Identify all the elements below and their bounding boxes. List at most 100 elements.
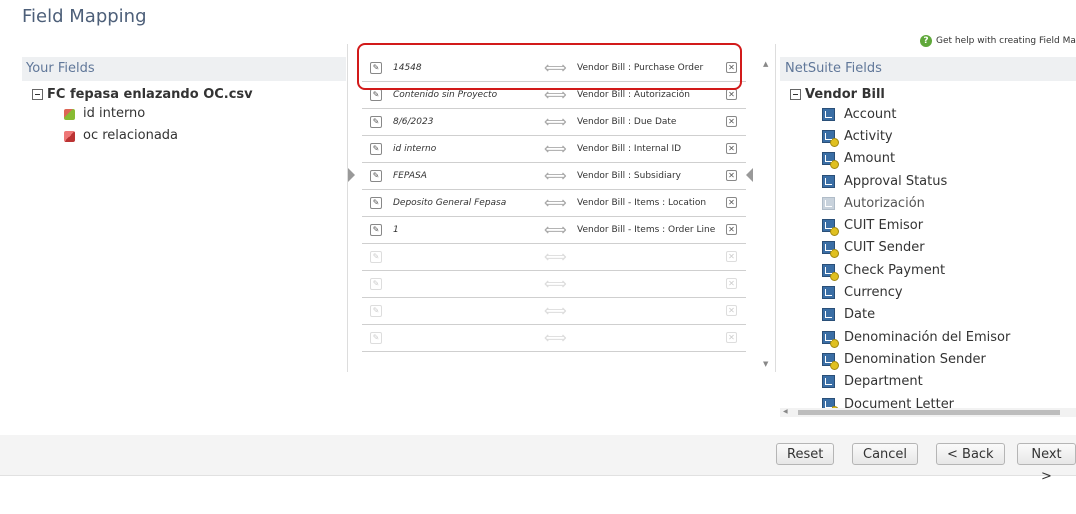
cancel-button[interactable]: Cancel: [852, 443, 919, 465]
mapping-row[interactable]: ✎ id interno ⟺ Vendor Bill : Internal ID ✕: [362, 136, 746, 163]
remove-icon[interactable]: ✕: [726, 143, 737, 154]
scroll-up-icon[interactable]: ▲: [763, 60, 768, 68]
your-field-label: id interno: [83, 106, 146, 121]
scroll-left-icon[interactable]: ◀: [783, 408, 788, 415]
field-type-icon: [822, 129, 839, 147]
remove-icon[interactable]: ✕: [726, 89, 737, 100]
right-divider: [775, 44, 776, 372]
your-fields-header: Your Fields: [22, 57, 346, 81]
mapping-target: Vendor Bill - Items : Order Line: [577, 225, 716, 235]
mapping-row[interactable]: ✎ ⟺ ✕: [362, 244, 746, 271]
netsuite-field-label: Check Payment: [844, 262, 946, 278]
back-button[interactable]: < Back: [936, 443, 1005, 465]
edit-icon[interactable]: ✎: [370, 332, 382, 344]
netsuite-field-label: Date: [844, 307, 876, 323]
netsuite-field-item[interactable]: Currency: [822, 281, 1076, 303]
remove-icon[interactable]: ✕: [726, 170, 737, 181]
help-link-label: Get help with creating Field Map: [936, 36, 1076, 46]
file-node[interactable]: FC fepasa enlazando OC.csv: [32, 85, 346, 103]
record-node[interactable]: Vendor Bill: [790, 85, 1076, 103]
mapping-target: Vendor Bill : Subsidiary: [577, 171, 681, 181]
mapping-target: Vendor Bill - Items : Location: [577, 198, 707, 208]
field-type-icon: [822, 263, 839, 281]
field-type-icon: [822, 286, 835, 300]
netsuite-field-item[interactable]: Denominación del Emisor: [822, 326, 1076, 348]
record-name: Vendor Bill: [805, 86, 885, 102]
netsuite-field-label: Denominación del Emisor: [844, 329, 1011, 345]
netsuite-field-item[interactable]: Activity: [822, 125, 1076, 147]
mapping-source: id interno: [393, 144, 437, 154]
scroll-thumb[interactable]: [798, 410, 1060, 415]
mapping-row[interactable]: ✎ ⟺ ✕: [362, 298, 746, 325]
mapping-row[interactable]: ✎ FEPASA ⟺ Vendor Bill : Subsidiary ✕: [362, 163, 746, 190]
netsuite-field-item[interactable]: CUIT Emisor: [822, 214, 1076, 237]
triangle-right-icon: [348, 168, 355, 182]
mapping-target: Vendor Bill : Due Date: [577, 117, 677, 127]
remove-icon[interactable]: ✕: [726, 278, 737, 289]
edit-icon[interactable]: ✎: [370, 305, 382, 317]
collapse-icon[interactable]: [790, 88, 801, 100]
help-link[interactable]: ? Get help with creating Field Map: [920, 35, 1076, 47]
netsuite-field-label: Account: [844, 106, 897, 122]
remove-icon[interactable]: ✕: [726, 332, 737, 343]
bidirectional-arrow-icon: ⟺: [544, 247, 567, 266]
netsuite-field-item[interactable]: Amount: [822, 148, 1076, 170]
mapping-list: ✎ 14548 ⟺ Vendor Bill : Purchase Order ✕ ✎ Con…: [362, 55, 746, 352]
mapping-row[interactable]: ✎ ⟺ ✕: [362, 271, 746, 298]
field-type-icon: [822, 219, 839, 237]
field-type-icon: [822, 375, 835, 389]
mapping-row[interactable]: ✎ 8/6/2023 ⟺ Vendor Bill : Due Date ✕: [362, 109, 746, 136]
netsuite-field-item[interactable]: Denomination Sender: [822, 348, 1076, 370]
edit-icon[interactable]: ✎: [370, 89, 382, 101]
your-fields-panel: Your Fields FC fepasa enlazando OC.csv i…: [22, 57, 346, 377]
edit-icon[interactable]: ✎: [370, 224, 382, 236]
netsuite-field-item[interactable]: Approval Status: [822, 170, 1076, 192]
mapping-row[interactable]: ✎ ⟺ ✕: [362, 325, 746, 352]
mapping-source: FEPASA: [393, 171, 427, 181]
reset-button[interactable]: Reset: [776, 443, 835, 465]
netsuite-field-item[interactable]: Account: [822, 103, 1076, 125]
edit-icon[interactable]: ✎: [370, 278, 382, 290]
mapping-source: Deposito General Fepasa: [393, 198, 507, 208]
field-cube-icon: [64, 108, 75, 120]
field-type-icon: [822, 196, 835, 210]
file-name: FC fepasa enlazando OC.csv: [47, 86, 253, 102]
scroll-down-icon[interactable]: ▼: [763, 360, 768, 368]
bidirectional-arrow-icon: ⟺: [544, 193, 567, 212]
edit-icon[interactable]: ✎: [370, 116, 382, 128]
mapping-scrollbar[interactable]: ▲ ▼: [762, 60, 772, 368]
remove-icon[interactable]: ✕: [726, 251, 737, 262]
mapping-row[interactable]: ✎ Deposito General Fepasa ⟺ Vendor Bill - I…: [362, 190, 746, 217]
collapse-icon[interactable]: [32, 88, 43, 100]
edit-icon[interactable]: ✎: [370, 143, 382, 155]
netsuite-field-label: Amount: [844, 151, 896, 167]
your-field-item[interactable]: id interno: [64, 103, 346, 125]
field-type-icon: [822, 107, 835, 121]
your-field-item[interactable]: oc relacionada: [64, 125, 346, 147]
next-button[interactable]: Next >: [1017, 443, 1076, 484]
remove-icon[interactable]: ✕: [726, 224, 737, 235]
netsuite-fields-panel: NetSuite Fields Vendor Bill Account Activ…: [780, 57, 1076, 417]
remove-icon[interactable]: ✕: [726, 197, 737, 208]
remove-icon[interactable]: ✕: [726, 116, 737, 127]
netsuite-field-item[interactable]: Check Payment: [822, 259, 1076, 281]
field-type-icon: [822, 152, 839, 170]
remove-icon[interactable]: ✕: [726, 305, 737, 316]
edit-icon[interactable]: ✎: [370, 251, 382, 263]
netsuite-field-label: CUIT Emisor: [844, 218, 924, 234]
bidirectional-arrow-icon: ⟺: [544, 220, 567, 239]
netsuite-field-label: Currency: [844, 285, 903, 301]
netsuite-fields-header: NetSuite Fields: [780, 57, 1076, 81]
edit-icon[interactable]: ✎: [370, 170, 382, 182]
edit-icon[interactable]: ✎: [370, 197, 382, 209]
netsuite-field-item[interactable]: Autorización: [822, 192, 1076, 214]
bidirectional-arrow-icon: ⟺: [544, 328, 567, 347]
bidirectional-arrow-icon: ⟺: [544, 112, 567, 131]
fields-horizontal-scrollbar[interactable]: ◀: [780, 408, 1076, 417]
netsuite-field-item[interactable]: Department: [822, 371, 1076, 393]
netsuite-field-item[interactable]: CUIT Sender: [822, 237, 1076, 259]
netsuite-field-item[interactable]: Date: [822, 304, 1076, 326]
mapping-source: 1: [393, 225, 399, 235]
highlight-box: [357, 43, 742, 90]
mapping-row[interactable]: ✎ 1 ⟺ Vendor Bill - Items : Order Line ✕: [362, 217, 746, 244]
